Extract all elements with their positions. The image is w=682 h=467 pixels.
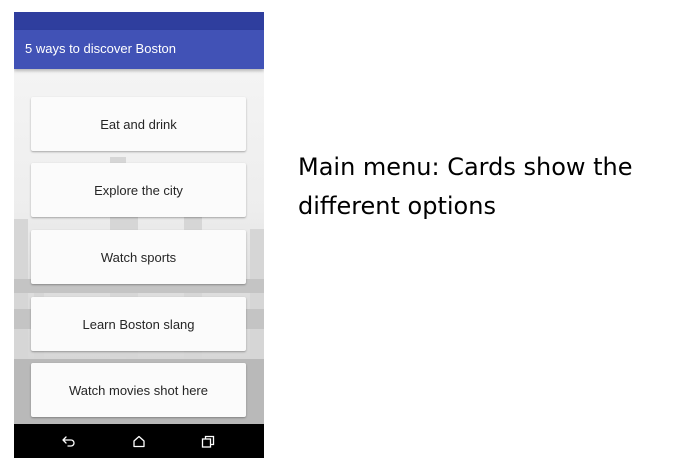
- card-watch-movies-shot-here[interactable]: Watch movies shot here: [31, 363, 246, 417]
- recents-button[interactable]: [200, 433, 216, 449]
- back-icon: [62, 436, 75, 447]
- caption-text: Main menu: Cards show the different opti…: [298, 153, 633, 220]
- navigation-bar: [14, 424, 264, 458]
- screenshot-page: 5 ways to discover Boston Eat and drink …: [0, 0, 682, 467]
- card-learn-boston-slang[interactable]: Learn Boston slang: [31, 297, 246, 351]
- menu-content[interactable]: Eat and drink Explore the city Watch spo…: [14, 69, 264, 424]
- recents-icon: [201, 435, 215, 448]
- status-bar: [14, 12, 264, 30]
- card-label: Eat and drink: [100, 116, 177, 132]
- card-label: Explore the city: [94, 182, 183, 198]
- card-label: Watch sports: [100, 249, 177, 265]
- card-explore-the-city[interactable]: Explore the city: [31, 163, 246, 217]
- phone-screen: 5 ways to discover Boston Eat and drink …: [14, 12, 264, 458]
- home-button[interactable]: [131, 433, 147, 449]
- card-eat-and-drink[interactable]: Eat and drink: [31, 97, 246, 151]
- card-label: Learn Boston slang: [82, 316, 195, 332]
- app-bar: 5 ways to discover Boston: [14, 30, 264, 69]
- home-icon: [133, 435, 145, 447]
- card-watch-sports[interactable]: Watch sports: [31, 230, 246, 284]
- app-title: 5 ways to discover Boston: [25, 41, 177, 56]
- back-button[interactable]: [61, 433, 77, 449]
- card-label: Watch movies shot here: [69, 382, 208, 398]
